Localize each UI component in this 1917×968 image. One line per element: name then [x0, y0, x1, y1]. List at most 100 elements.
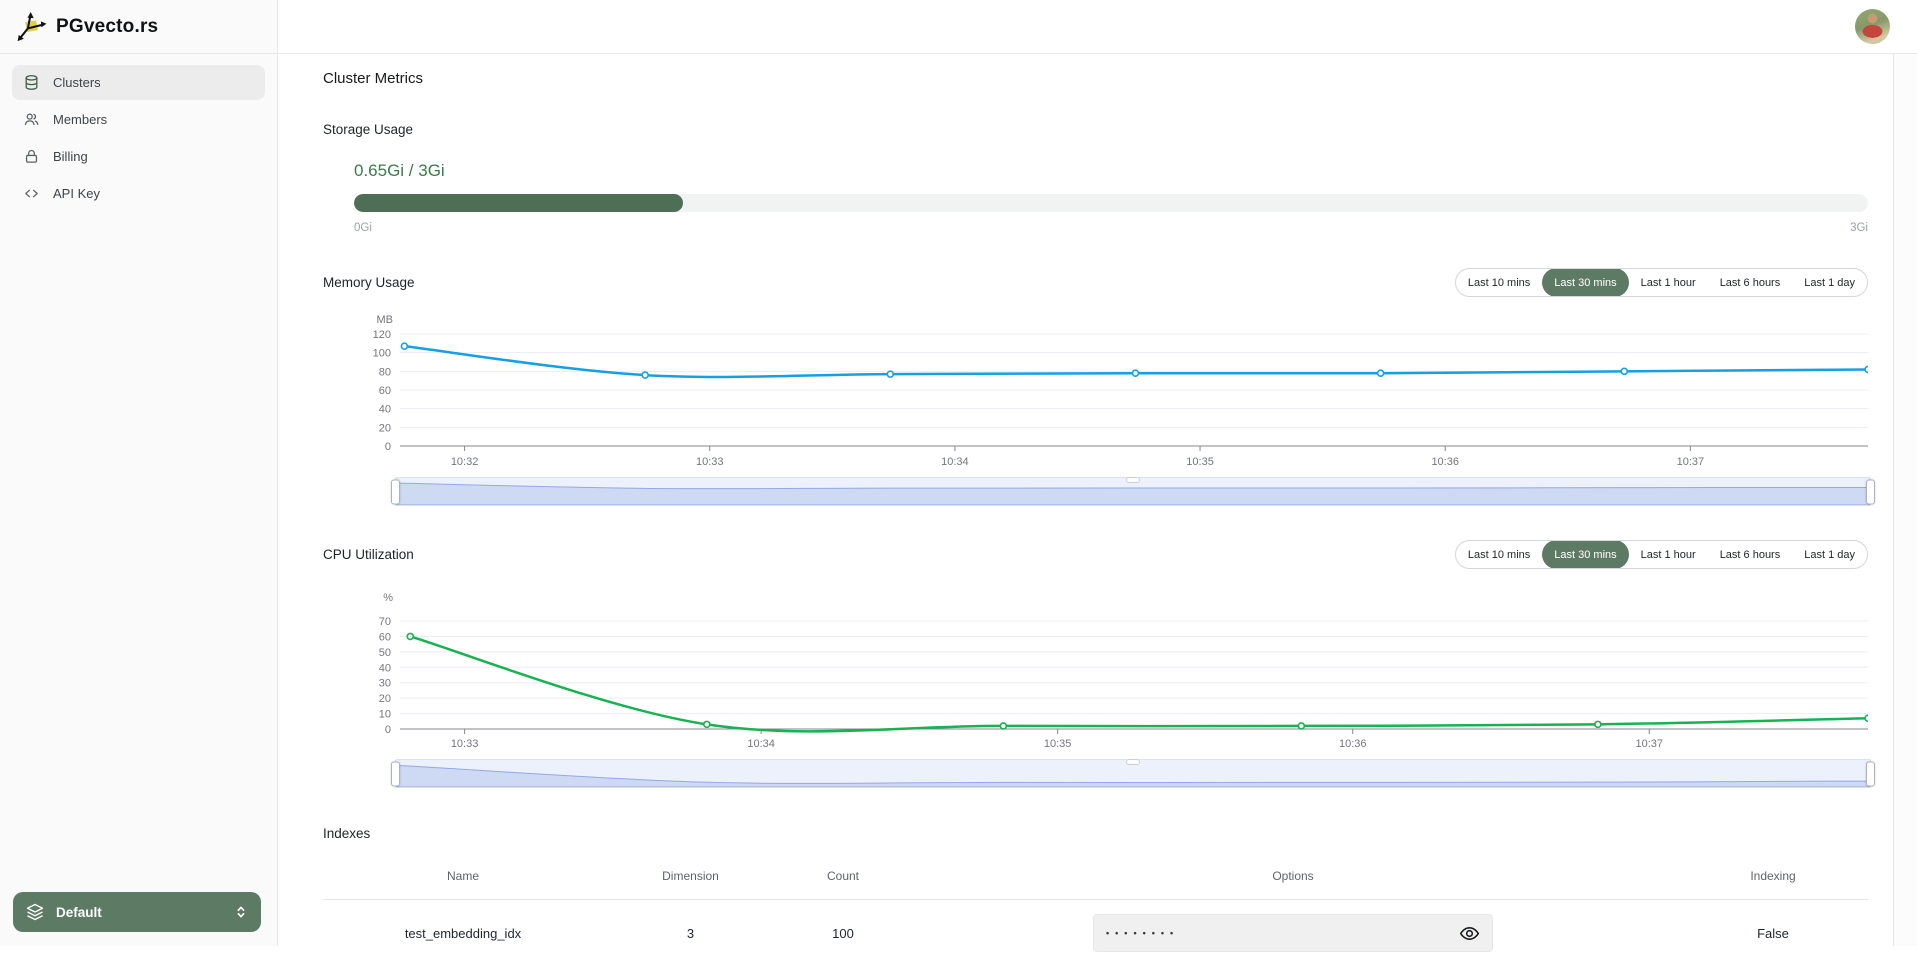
sidebar-item-api-key[interactable]: API Key — [12, 176, 265, 211]
cpu-section: CPU Utilization Last 10 mins Last 30 min… — [323, 540, 1868, 788]
reveal-options-button[interactable] — [1459, 923, 1480, 944]
svg-text:10:34: 10:34 — [747, 738, 775, 750]
sidebar: PGvecto.rs Clusters — [0, 0, 278, 946]
logo: PGvecto.rs — [0, 0, 277, 54]
time-range-last-6-hours[interactable]: Last 6 hours — [1708, 540, 1793, 569]
storage-heading: Storage Usage — [323, 122, 1868, 137]
memory-datazoom-slider[interactable] — [395, 477, 1871, 506]
svg-text:10:33: 10:33 — [696, 456, 724, 468]
cpu-heading: CPU Utilization — [323, 547, 414, 562]
svg-text:100: 100 — [373, 348, 391, 360]
svg-text:10:36: 10:36 — [1431, 456, 1459, 468]
datazoom-grip[interactable] — [1126, 477, 1140, 483]
svg-text:60: 60 — [379, 631, 391, 643]
avatar[interactable] — [1855, 9, 1890, 44]
database-icon — [23, 74, 40, 91]
logo-text: PGvecto.rs — [56, 16, 158, 38]
sidebar-item-clusters[interactable]: Clusters — [12, 65, 265, 100]
sidebar-item-label: API Key — [53, 186, 100, 201]
svg-text:120: 120 — [373, 329, 391, 341]
storage-progress-fill — [354, 194, 683, 212]
datazoom-left-handle[interactable] — [391, 761, 400, 786]
cpu-datazoom-slider[interactable] — [395, 759, 1871, 788]
layers-icon — [25, 902, 45, 922]
table-row: test_embedding_idx 3 100 •••••••• — [323, 900, 1868, 968]
time-range-last-1-day[interactable]: Last 1 day — [1792, 268, 1867, 297]
datazoom-left-handle[interactable] — [391, 479, 400, 504]
time-range-last-30-mins[interactable]: Last 30 mins — [1542, 268, 1628, 297]
storage-scale-max: 3Gi — [1850, 222, 1868, 234]
svg-text:10:37: 10:37 — [1677, 456, 1705, 468]
content: Cluster Metrics Storage Usage 0.65Gi / 3… — [278, 54, 1893, 946]
time-range-last-1-day[interactable]: Last 1 day — [1792, 540, 1867, 569]
storage-usage-value: 0.65Gi / 3Gi — [354, 161, 1868, 181]
memory-usage-chart[interactable]: 020406080100120MB10:3210:3310:3410:3510:… — [323, 309, 1868, 471]
index-name-cell: test_embedding_idx — [323, 926, 603, 941]
svg-text:10: 10 — [379, 709, 391, 721]
options-masked-field[interactable]: •••••••• — [1093, 914, 1493, 952]
sidebar-item-billing[interactable]: Billing — [12, 139, 265, 174]
eye-icon — [1459, 923, 1480, 944]
svg-text:MB: MB — [377, 314, 394, 326]
memory-time-range-group: Last 10 mins Last 30 mins Last 1 hour La… — [1455, 268, 1868, 297]
users-icon — [23, 111, 40, 128]
storage-progress-bar — [354, 194, 1868, 212]
sidebar-nav: Clusters Members — [0, 54, 277, 222]
lock-icon — [23, 148, 40, 165]
svg-text:20: 20 — [379, 693, 391, 705]
svg-text:10:34: 10:34 — [941, 456, 969, 468]
sidebar-item-label: Clusters — [53, 75, 101, 90]
masked-options-value: •••••••• — [1106, 929, 1179, 938]
time-range-last-1-hour[interactable]: Last 1 hour — [1629, 268, 1708, 297]
svg-text:10:36: 10:36 — [1339, 738, 1367, 750]
svg-text:80: 80 — [379, 366, 391, 378]
indexes-table: Name Dimension Count Options Indexing te… — [323, 863, 1868, 968]
chevron-up-down-icon — [233, 904, 249, 920]
svg-text:10:32: 10:32 — [451, 456, 479, 468]
memory-section: Memory Usage Last 10 mins Last 30 mins L… — [323, 268, 1868, 506]
sidebar-item-members[interactable]: Members — [12, 102, 265, 137]
app-root: PGvecto.rs Clusters — [0, 0, 1917, 946]
sidebar-item-label: Billing — [53, 149, 88, 164]
index-indexing-cell: False — [1678, 926, 1868, 941]
time-range-last-10-mins[interactable]: Last 10 mins — [1456, 540, 1542, 569]
cluster-selector-button[interactable]: Default — [13, 892, 261, 932]
col-header-indexing: Indexing — [1678, 869, 1868, 883]
svg-text:10:37: 10:37 — [1636, 738, 1664, 750]
time-range-last-10-mins[interactable]: Last 10 mins — [1456, 268, 1542, 297]
memory-heading: Memory Usage — [323, 275, 415, 290]
svg-text:40: 40 — [379, 404, 391, 416]
svg-text:40: 40 — [379, 662, 391, 674]
col-header-dimension: Dimension — [603, 869, 778, 883]
svg-text:10:35: 10:35 — [1044, 738, 1072, 750]
svg-text:70: 70 — [379, 616, 391, 628]
time-range-last-30-mins[interactable]: Last 30 mins — [1542, 540, 1628, 569]
time-range-last-6-hours[interactable]: Last 6 hours — [1708, 268, 1793, 297]
sidebar-footer: Default — [0, 880, 277, 946]
datazoom-grip[interactable] — [1126, 759, 1140, 765]
topbar — [278, 0, 1917, 54]
svg-text:50: 50 — [379, 647, 391, 659]
time-range-last-1-hour[interactable]: Last 1 hour — [1629, 540, 1708, 569]
cpu-time-range-group: Last 10 mins Last 30 mins Last 1 hour La… — [1455, 540, 1868, 569]
index-count-cell: 100 — [778, 926, 908, 941]
svg-text:60: 60 — [379, 385, 391, 397]
storage-section: Storage Usage 0.65Gi / 3Gi 0Gi 3Gi — [323, 122, 1868, 234]
col-header-options: Options — [908, 869, 1678, 883]
col-header-count: Count — [778, 869, 908, 883]
datazoom-right-handle[interactable] — [1866, 761, 1875, 786]
code-icon — [23, 185, 40, 202]
storage-scale-min: 0Gi — [354, 222, 372, 234]
indexes-section: Indexes Name Dimension Count Options Ind… — [323, 826, 1868, 968]
datazoom-right-handle[interactable] — [1866, 479, 1875, 504]
col-header-name: Name — [323, 869, 603, 883]
sidebar-item-label: Members — [53, 112, 107, 127]
cluster-selector-label: Default — [56, 905, 102, 920]
vertical-scrollbar[interactable] — [1893, 54, 1917, 946]
svg-text:%: % — [383, 592, 393, 604]
cpu-utilization-chart[interactable]: 010203040506070%10:3310:3410:3510:3610:3… — [323, 581, 1868, 753]
svg-text:10:33: 10:33 — [451, 738, 479, 750]
indexes-table-header: Name Dimension Count Options Indexing — [323, 863, 1868, 900]
svg-text:10:35: 10:35 — [1186, 456, 1214, 468]
index-dimension-cell: 3 — [603, 926, 778, 941]
